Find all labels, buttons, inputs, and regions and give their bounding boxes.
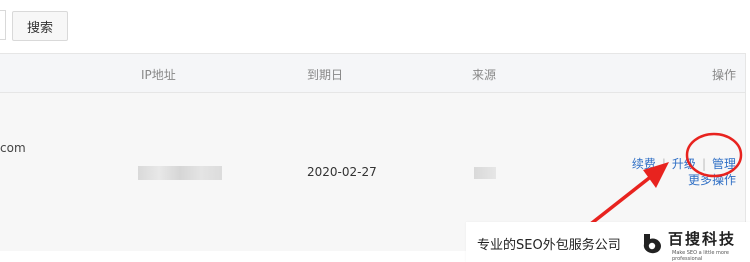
header-actions: 操作 [711,68,736,82]
header-expire: 到期日 [307,68,344,82]
domain-cell: com [0,141,26,155]
banner-text: 专业的SEO外包服务公司 [477,238,621,253]
more-actions-link[interactable]: 更多操作 [688,173,736,187]
expire-date-cell: 2020-02-27 [307,165,377,179]
source-cell-redacted [474,167,496,179]
header-ip: IP地址 [141,68,176,82]
brand-tagline: Make SEO a little more professional [672,250,729,262]
separator: | [701,157,706,171]
actions-cell: 续费 | 升级 | 管理 更多操作 [632,156,736,188]
search-input[interactable] [0,10,6,40]
separator: | [661,157,666,171]
brand-name: 百搜科技 [668,230,737,248]
manage-link[interactable]: 管理 [712,157,736,171]
renew-link[interactable]: 续费 [632,157,656,171]
watermark-banner: 专业的SEO外包服务公司 百搜科技 Make SEO a little more… [466,222,750,262]
upgrade-link[interactable]: 升级 [672,157,696,171]
search-button[interactable]: 搜索 [12,11,68,41]
table-header: IP地址 到期日 来源 操作 [0,54,745,93]
ip-cell-redacted [138,166,222,180]
brand-logo-icon [643,234,661,254]
header-source: 来源 [472,68,497,82]
